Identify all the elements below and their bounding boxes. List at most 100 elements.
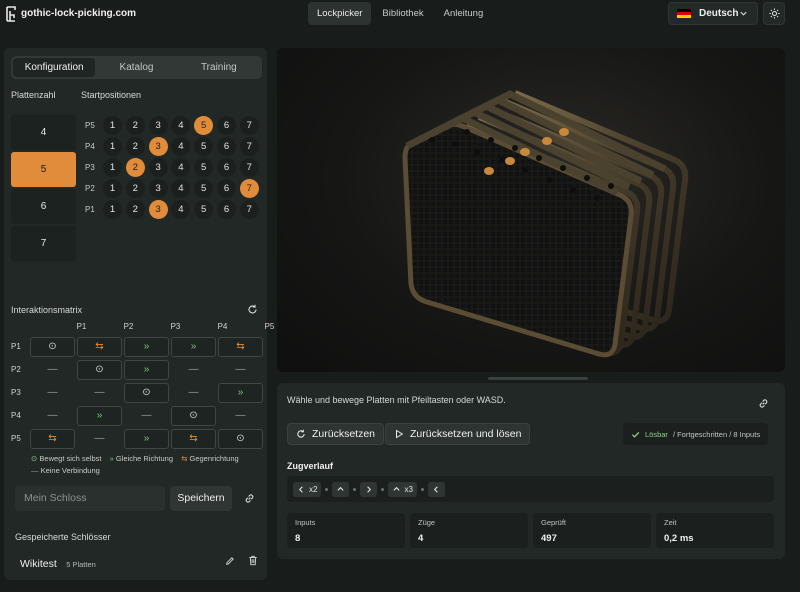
legend-self: ⊙ Bewegt sich selbst <box>31 454 102 463</box>
position-cell[interactable]: 6 <box>216 200 236 219</box>
lock-name-input[interactable]: Mein Schloss <box>15 486 165 511</box>
tab-training[interactable]: Training <box>178 58 260 77</box>
position-row-label: P5 <box>85 121 95 130</box>
matrix-cell-self[interactable]: ⊙ <box>171 405 216 426</box>
history-separator <box>353 487 357 491</box>
matrix-cell-same[interactable]: » <box>124 428 169 449</box>
matrix-cell-none[interactable]: — <box>124 406 169 426</box>
position-cell[interactable]: 3 <box>148 200 168 219</box>
nav-lockpicker[interactable]: Lockpicker <box>308 2 372 25</box>
matrix-cell-none[interactable]: — <box>30 406 75 426</box>
reset-and-solve-button[interactable]: Zurücksetzen und lösen <box>385 423 531 445</box>
position-row: P1 1 2 3 4 5 6 7 <box>81 199 263 220</box>
theme-toggle-button[interactable] <box>763 2 785 25</box>
position-cell[interactable]: 3 <box>148 158 168 177</box>
tab-katalog[interactable]: Katalog <box>95 58 177 77</box>
position-cell[interactable]: 5 <box>194 179 214 198</box>
position-cell[interactable]: 4 <box>171 158 191 177</box>
plate-count-option[interactable]: 4 <box>11 115 76 150</box>
position-cell[interactable]: 5 <box>194 116 214 135</box>
position-cell[interactable]: 2 <box>125 116 145 135</box>
position-cell[interactable]: 6 <box>216 137 236 156</box>
history-separator <box>420 487 424 491</box>
viewer-resize-handle[interactable] <box>488 377 588 380</box>
nav-anleitung[interactable]: Anleitung <box>435 2 493 25</box>
matrix-cell-none[interactable]: — <box>171 383 216 403</box>
matrix-cell-same[interactable]: » <box>171 336 216 357</box>
matrix-cell-none[interactable]: — <box>77 383 122 403</box>
position-cell[interactable]: 4 <box>171 116 191 135</box>
tab-konfiguration[interactable]: Konfiguration <box>13 58 96 77</box>
saved-lock-item[interactable]: Wikitest 5 Platten <box>20 554 260 570</box>
reset-button[interactable]: Zurücksetzen <box>287 423 385 445</box>
lock-3d-viewer[interactable] <box>277 48 785 372</box>
matrix-cell-opp[interactable]: ⇆ <box>218 336 263 357</box>
matrix-row-label: P5 <box>11 434 21 443</box>
plate-count-option[interactable]: 6 <box>11 189 76 224</box>
position-cell[interactable]: 2 <box>125 179 145 198</box>
position-cell[interactable]: 2 <box>125 158 145 177</box>
position-cell[interactable]: 1 <box>103 116 122 135</box>
trash-icon[interactable] <box>248 555 258 566</box>
matrix-cell-same[interactable]: » <box>124 336 169 357</box>
matrix-cell-opp[interactable]: ⇆ <box>77 336 122 357</box>
plate-count-option[interactable]: 5 <box>11 152 76 187</box>
history-move[interactable] <box>427 481 445 497</box>
matrix-cell-self[interactable]: ⊙ <box>218 428 263 449</box>
matrix-cell-none[interactable]: — <box>218 406 263 426</box>
position-cell[interactable]: 7 <box>239 116 259 135</box>
matrix-cell-none[interactable]: — <box>218 360 263 380</box>
position-cell[interactable]: 3 <box>148 179 168 198</box>
position-cell[interactable]: 2 <box>125 137 145 156</box>
history-move[interactable] <box>332 481 350 497</box>
position-cell[interactable]: 7 <box>239 200 259 219</box>
matrix-cell-self[interactable]: ⊙ <box>30 336 75 357</box>
matrix-cell-self[interactable]: ⊙ <box>124 382 169 403</box>
position-cell[interactable]: 2 <box>125 200 145 219</box>
site-name[interactable]: gothic-lock-picking.com <box>21 8 136 19</box>
history-separator <box>381 487 385 491</box>
position-cell[interactable]: 4 <box>171 200 191 219</box>
matrix-cell-same[interactable]: » <box>77 405 122 426</box>
matrix-cell-same[interactable]: » <box>218 382 263 403</box>
position-cell[interactable]: 6 <box>216 179 236 198</box>
position-cell[interactable]: 3 <box>148 116 168 135</box>
position-cell[interactable]: 5 <box>194 200 214 219</box>
position-cell[interactable]: 1 <box>103 137 122 156</box>
position-cell[interactable]: 6 <box>216 116 236 135</box>
position-cell[interactable]: 7 <box>239 158 259 177</box>
share-link-button[interactable] <box>237 486 261 511</box>
history-move[interactable] <box>360 481 378 497</box>
nav-bibliothek[interactable]: Bibliothek <box>373 2 432 25</box>
save-button[interactable]: Speichern <box>170 486 232 511</box>
matrix-cell-same[interactable]: » <box>124 359 169 380</box>
pencil-icon[interactable] <box>225 556 235 566</box>
position-cell[interactable]: 5 <box>194 158 214 177</box>
position-cell[interactable]: 1 <box>103 158 122 177</box>
position-cell[interactable]: 7 <box>239 179 259 198</box>
saved-lock-name[interactable]: Wikitest <box>20 558 57 570</box>
position-cell[interactable]: 5 <box>194 137 214 156</box>
link-icon[interactable] <box>758 398 769 409</box>
matrix-cell-none[interactable]: — <box>30 383 75 403</box>
position-cell[interactable]: 4 <box>171 179 191 198</box>
matrix-cell-none[interactable]: — <box>171 360 216 380</box>
position-cell[interactable]: 7 <box>239 137 259 156</box>
position-cell[interactable]: 1 <box>103 200 122 219</box>
matrix-cell-self[interactable]: ⊙ <box>77 359 122 380</box>
matrix-cell-opp[interactable]: ⇆ <box>171 428 216 449</box>
history-move[interactable]: x2 <box>293 481 322 497</box>
matrix-cell-none[interactable]: — <box>30 360 75 380</box>
position-cell[interactable]: 3 <box>148 137 168 156</box>
position-cell[interactable]: 4 <box>171 137 191 156</box>
position-cell[interactable]: 6 <box>216 158 236 177</box>
site-logo-icon[interactable] <box>4 6 18 22</box>
matrix-cell-opp[interactable]: ⇆ <box>30 428 75 449</box>
language-selector[interactable]: Deutsch <box>668 2 758 25</box>
matrix-cell-none[interactable]: — <box>77 429 122 449</box>
history-move[interactable]: x3 <box>388 481 417 497</box>
position-cell[interactable]: 1 <box>103 179 122 198</box>
chevron-up-icon <box>393 486 401 491</box>
plate-count-option[interactable]: 7 <box>11 226 76 261</box>
reset-matrix-icon[interactable] <box>247 304 258 315</box>
